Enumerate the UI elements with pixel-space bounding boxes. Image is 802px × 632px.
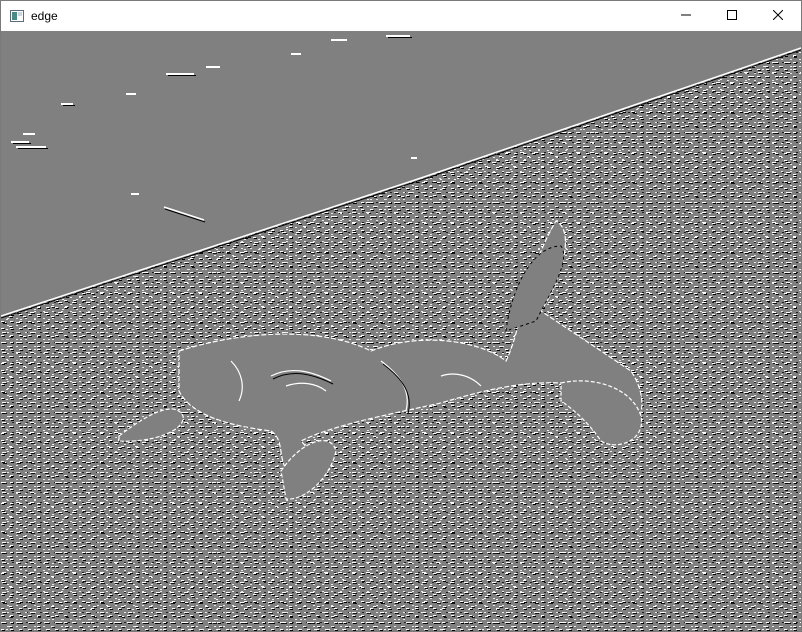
edge-detection-image [1,31,801,631]
window-controls [663,1,801,31]
close-icon [772,7,784,25]
edge-image-canvas [1,31,801,631]
maximize-icon [727,7,737,25]
title-bar[interactable]: edge [1,1,801,31]
minimize-button[interactable] [663,1,709,31]
window-title: edge [31,9,58,23]
minimize-icon [681,7,691,25]
image-window-icon [9,8,25,24]
app-window: edge [0,0,802,632]
maximize-button[interactable] [709,1,755,31]
close-button[interactable] [755,1,801,31]
